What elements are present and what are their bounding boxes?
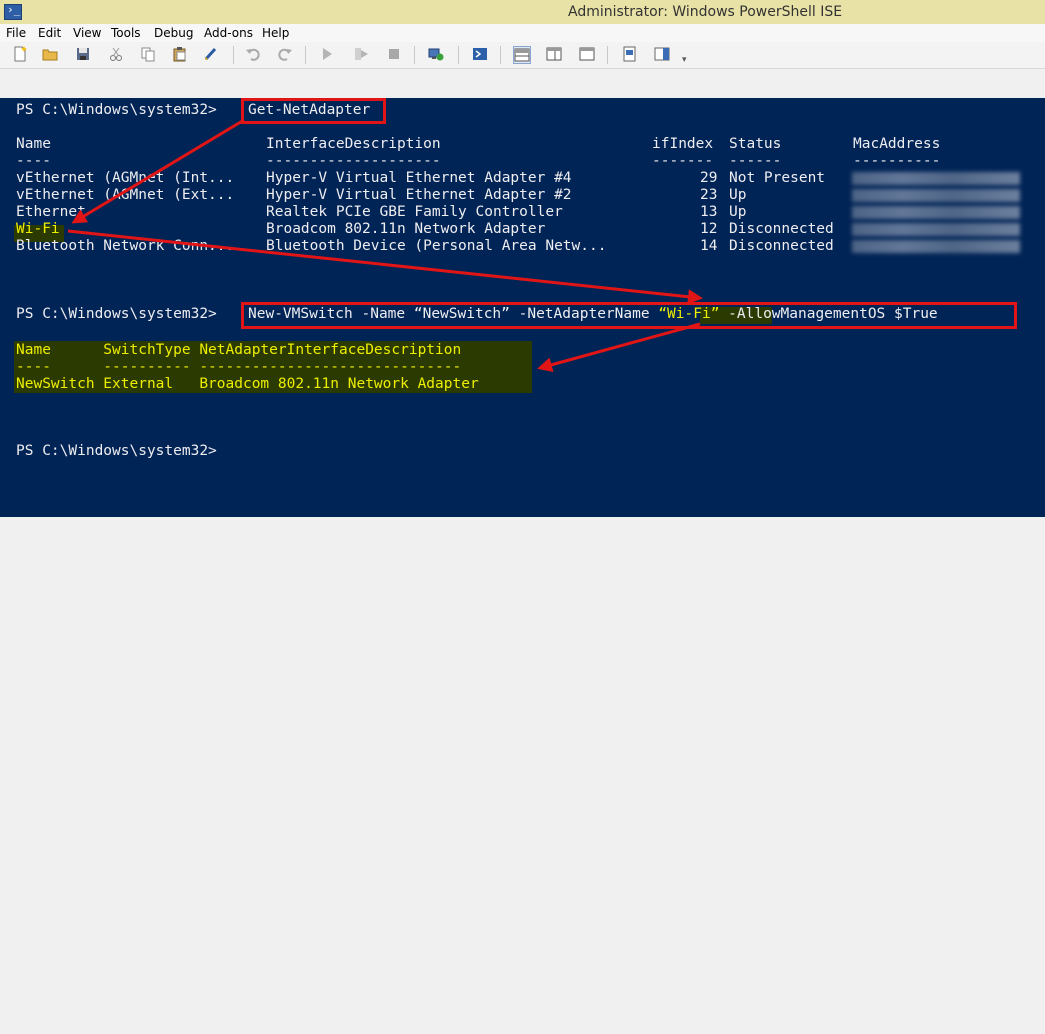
toolbar: ▾ (0, 42, 1045, 69)
show-command-window-icon[interactable] (622, 46, 638, 62)
title-bar: Administrator: Windows PowerShell ISE (0, 0, 1045, 25)
clear-console-icon[interactable] (203, 46, 219, 62)
console-pane[interactable]: PS C:\Windows\system32> Get-NetAdapter Na… (0, 98, 1045, 517)
stop-icon[interactable] (386, 46, 402, 62)
menu-edit[interactable]: Edit (38, 26, 61, 40)
toolbar-separator (414, 46, 415, 64)
undo-icon[interactable] (245, 46, 261, 62)
paste-icon[interactable] (172, 46, 188, 62)
cut-icon[interactable] (108, 46, 124, 62)
menu-file[interactable]: File (6, 26, 26, 40)
toolbar-overflow-icon[interactable]: ▾ (682, 54, 687, 65)
arrow-to-wifi (71, 118, 245, 224)
menu-addons[interactable]: Add-ons (204, 26, 253, 40)
toolbar-separator (305, 46, 306, 64)
save-icon[interactable] (75, 46, 91, 62)
script-pane-maximized-icon[interactable] (579, 46, 595, 62)
powershell-icon[interactable] (472, 46, 488, 62)
window-title: Administrator: Windows PowerShell ISE (568, 4, 843, 20)
script-pane-top-icon[interactable] (513, 46, 531, 64)
script-pane-right-icon[interactable] (546, 46, 562, 62)
powershell-app-icon (4, 3, 22, 20)
menu-debug[interactable]: Debug (154, 26, 193, 40)
menu-tools[interactable]: Tools (111, 26, 141, 40)
run-selection-icon[interactable] (353, 46, 369, 62)
arrow-to-output (537, 322, 701, 373)
new-remote-tab-icon[interactable] (428, 46, 444, 62)
arrow-to-wifi-param (67, 229, 703, 305)
toolbar-separator (500, 46, 501, 64)
annotation-arrows (67, 118, 703, 373)
script-pane-gap (0, 69, 1045, 98)
redo-icon[interactable] (277, 46, 293, 62)
toolbar-separator (233, 46, 234, 64)
run-script-icon[interactable] (319, 46, 335, 62)
show-command-addon-icon[interactable] (654, 46, 670, 62)
new-file-icon[interactable] (12, 46, 28, 62)
menu-view[interactable]: View (73, 26, 101, 40)
menu-bar: File Edit View Tools Debug Add-ons Help (0, 24, 1045, 42)
toolbar-separator (607, 46, 608, 64)
copy-icon[interactable] (140, 46, 156, 62)
open-folder-icon[interactable] (42, 46, 58, 62)
menu-help[interactable]: Help (262, 26, 289, 40)
toolbar-separator (458, 46, 459, 64)
